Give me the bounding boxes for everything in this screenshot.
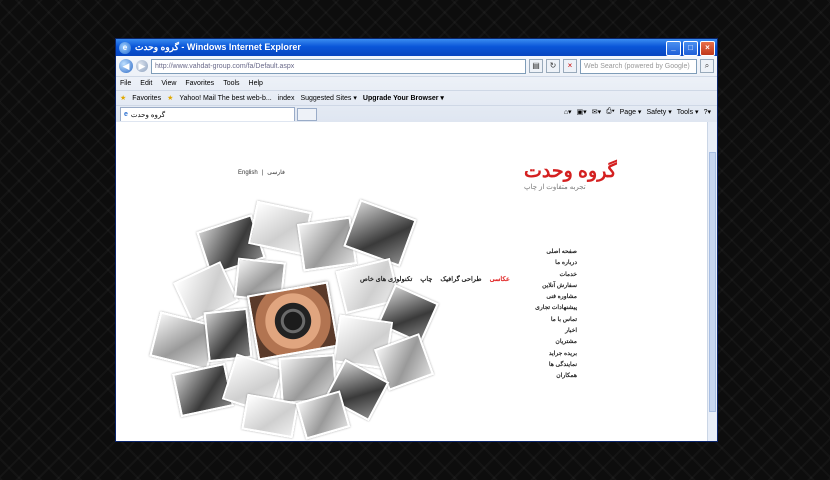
fav-upgrade-browser[interactable]: Upgrade Your Browser ▾ xyxy=(363,94,444,102)
camera-lens-photo xyxy=(246,281,340,361)
sidenav-home[interactable]: صفحه اصلی xyxy=(535,247,577,258)
tab-vahdat[interactable]: e گروه وحدت xyxy=(120,107,295,121)
tools-menu[interactable]: Tools ▾ xyxy=(677,108,699,116)
sidenav-agencies[interactable]: نمایندگی ها xyxy=(535,360,577,371)
print-icon[interactable]: ⎙▾ xyxy=(606,108,615,116)
sidenav-about[interactable]: درباره ما xyxy=(535,258,577,269)
command-bar: ⌂▾ ▣▾ ✉▾ ⎙▾ Page ▾ Safety ▾ Tools ▾ ?▾ xyxy=(564,108,711,116)
back-button[interactable]: ◀ xyxy=(119,59,133,73)
page-viewport: English | فارسی گروه وحدت تجربه متفاوت از … xyxy=(116,122,717,441)
home-icon[interactable]: ⌂▾ xyxy=(564,108,572,116)
sidenav-services[interactable]: خدمات xyxy=(535,270,577,281)
address-bar[interactable]: http://www.vahdat-group.com/fa/Default.a… xyxy=(151,58,526,74)
sidenav-online-order[interactable]: سفارش آنلاین xyxy=(535,281,577,292)
menu-favorites[interactable]: Favorites xyxy=(185,80,214,87)
collage-photo xyxy=(203,307,253,363)
photo-collage xyxy=(140,199,439,440)
forward-button[interactable]: ▶ xyxy=(136,60,148,72)
side-nav: صفحه اصلی درباره ما خدمات سفارش آنلاین م… xyxy=(535,247,577,383)
title-bar: e گروه وحدت - Windows Internet Explorer … xyxy=(116,39,717,56)
lang-farsi[interactable]: فارسی xyxy=(267,170,285,176)
address-url: http://www.vahdat-group.com/fa/Default.a… xyxy=(155,62,295,70)
site-logo[interactable]: گروه وحدت xyxy=(524,160,618,183)
fav-suggested-sites[interactable]: Suggested Sites ▾ xyxy=(300,94,356,102)
sidenav-press[interactable]: بریده جراید xyxy=(535,349,577,360)
refresh-icon[interactable]: ↻ xyxy=(546,59,560,73)
minimize-button[interactable]: _ xyxy=(666,41,681,56)
topnav-graphic-design[interactable]: طراحی گرافیک xyxy=(440,275,481,283)
help-icon[interactable]: ?▾ xyxy=(704,108,711,116)
tab-row: e گروه وحدت ⌂▾ ▣▾ ✉▾ ⎙▾ Page ▾ Safety ▾ … xyxy=(116,105,717,122)
vertical-scrollbar[interactable] xyxy=(707,122,717,441)
sidenav-contact[interactable]: تماس با ما xyxy=(535,315,577,326)
scrollbar-thumb[interactable] xyxy=(709,152,716,412)
favorites-bar: ★ Favorites ★ Yahoo! Mail The best web-b… xyxy=(116,90,717,105)
collage-photo xyxy=(241,393,299,439)
address-row: ◀ ▶ http://www.vahdat-group.com/fa/Defau… xyxy=(116,56,717,76)
compat-view-icon[interactable]: ▤ xyxy=(529,59,543,73)
sidenav-offers[interactable]: پیشنهادات تجاری xyxy=(535,303,577,314)
site-tagline: تجربه متفاوت از چاپ xyxy=(524,184,586,191)
mail-icon[interactable]: ✉▾ xyxy=(592,108,601,116)
favorites-star-icon: ★ xyxy=(120,95,127,102)
favorites-button[interactable]: Favorites xyxy=(132,95,161,102)
search-input[interactable]: Web Search (powered by Google) xyxy=(580,58,697,74)
search-icon[interactable]: ⌕ xyxy=(700,59,714,73)
topnav-special-tech[interactable]: تکنولوژی های خاص xyxy=(360,275,412,283)
menu-tools[interactable]: Tools xyxy=(223,80,239,87)
sidenav-consulting[interactable]: مشاوره فنی xyxy=(535,292,577,303)
top-nav: عکاسی طراحی گرافیک چاپ تکنولوژی های خاص xyxy=(360,275,510,283)
sidenav-partners[interactable]: همکاران xyxy=(535,371,577,382)
feeds-icon[interactable]: ▣▾ xyxy=(577,108,587,116)
menu-edit[interactable]: Edit xyxy=(140,80,152,87)
safety-menu[interactable]: Safety ▾ xyxy=(646,108,671,116)
stop-icon[interactable]: × xyxy=(563,59,577,73)
menu-help[interactable]: Help xyxy=(249,80,263,87)
fav-yahoo-mail[interactable]: Yahoo! Mail The best web-b... xyxy=(179,95,271,102)
tab-title: گروه وحدت xyxy=(130,111,166,119)
page-menu[interactable]: Page ▾ xyxy=(620,108,642,116)
menu-view[interactable]: View xyxy=(161,80,176,87)
sidenav-news[interactable]: اخبار xyxy=(535,326,577,337)
fav-index[interactable]: index xyxy=(278,95,295,102)
close-button[interactable]: × xyxy=(700,41,715,56)
lang-english[interactable]: English xyxy=(238,170,258,176)
window-title: گروه وحدت - Windows Internet Explorer xyxy=(135,42,301,52)
add-favorite-icon[interactable]: ★ xyxy=(167,94,173,102)
topnav-print[interactable]: چاپ xyxy=(420,275,432,283)
language-switcher: English | فارسی xyxy=(236,169,287,176)
search-placeholder: Web Search (powered by Google) xyxy=(584,62,690,70)
new-tab-button[interactable] xyxy=(297,107,317,121)
browser-window: e گروه وحدت - Windows Internet Explorer … xyxy=(115,38,718,442)
maximize-button[interactable]: □ xyxy=(683,41,698,56)
lang-separator: | xyxy=(261,170,264,176)
topnav-photography[interactable]: عکاسی xyxy=(490,275,510,283)
tab-ie-icon: e xyxy=(124,111,128,118)
ie-logo-icon: e xyxy=(119,41,131,54)
menu-bar: File Edit View Favorites Tools Help xyxy=(116,76,717,90)
menu-file[interactable]: File xyxy=(120,80,131,87)
sidenav-clients[interactable]: مشتریان xyxy=(535,337,577,348)
